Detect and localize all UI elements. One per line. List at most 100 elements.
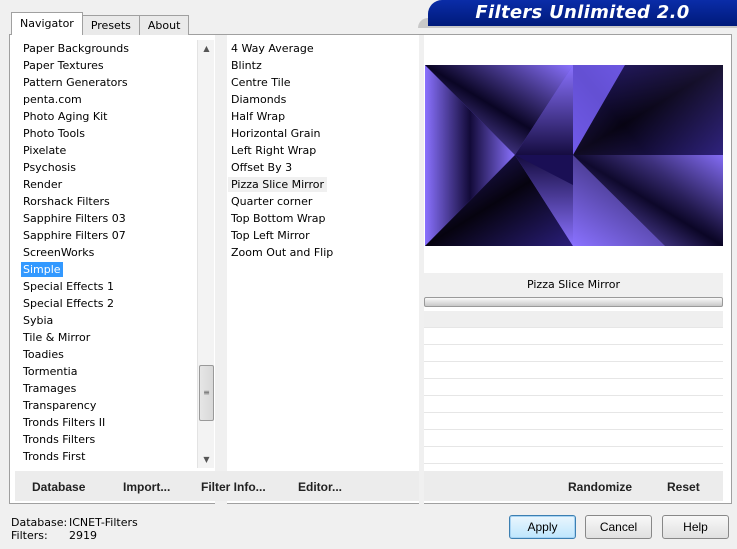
category-item[interactable]: penta.com <box>19 91 205 108</box>
import-button[interactable]: Import... <box>123 480 170 494</box>
filter-item[interactable]: Zoom Out and Flip <box>227 244 417 261</box>
category-item[interactable]: Tormentia <box>19 363 205 380</box>
category-label: Sybia <box>23 314 54 327</box>
category-label: Tronds Fun <box>23 467 82 468</box>
help-button[interactable]: Help <box>662 515 729 539</box>
database-value: ICNET-Filters <box>69 516 138 529</box>
category-label: Sapphire Filters 07 <box>23 229 126 242</box>
scroll-down-arrow-icon[interactable]: ▼ <box>198 451 215 468</box>
category-label: Render <box>23 178 63 191</box>
category-item[interactable]: Simple <box>19 261 205 278</box>
filter-item[interactable]: Offset By 3 <box>227 159 417 176</box>
category-item[interactable]: Tramages <box>19 380 205 397</box>
category-item[interactable]: Sybia <box>19 312 205 329</box>
parameter-button-bar: Randomize Reset <box>424 471 723 501</box>
filter-label: Diamonds <box>231 93 287 106</box>
tab-presets[interactable]: Presets <box>81 15 140 35</box>
category-item[interactable]: Psychosis <box>19 159 205 176</box>
app-title: Filters Unlimited 2.0 <box>428 0 737 26</box>
filter-list[interactable]: 4 Way Average Blintz Centre Tile Diamonds Ha… <box>227 40 417 261</box>
category-label: Simple <box>21 262 63 277</box>
category-label: Photo Aging Kit <box>23 110 108 123</box>
filter-item[interactable]: Top Bottom Wrap <box>227 210 417 227</box>
category-item[interactable]: ScreenWorks <box>19 244 205 261</box>
preview-pattern <box>425 65 723 246</box>
filter-label: Top Bottom Wrap <box>231 212 326 225</box>
category-label: Tormentia <box>23 365 78 378</box>
category-label: Psychosis <box>23 161 76 174</box>
parameter-row <box>424 328 723 345</box>
filter-item[interactable]: Horizontal Grain <box>227 125 417 142</box>
filter-item[interactable]: Diamonds <box>227 91 417 108</box>
category-label: Paper Backgrounds <box>23 42 130 55</box>
category-item[interactable]: Special Effects 1 <box>19 278 205 295</box>
scroll-thumb[interactable]: ≡ <box>199 365 214 421</box>
filter-label: 4 Way Average <box>231 42 314 55</box>
editor-button[interactable]: Editor... <box>298 480 342 494</box>
category-label: ScreenWorks <box>23 246 95 259</box>
category-item[interactable]: Paper Backgrounds <box>19 40 205 57</box>
filter-item[interactable]: Blintz <box>227 57 417 74</box>
filter-item[interactable]: Quarter corner <box>227 193 417 210</box>
parameter-row <box>424 362 723 379</box>
column-gap <box>215 35 227 505</box>
category-label: Transparency <box>23 399 97 412</box>
filter-label: Pizza Slice Mirror <box>228 177 328 192</box>
filter-item[interactable]: Pizza Slice Mirror <box>227 176 417 193</box>
category-label: Rorshack Filters <box>23 195 110 208</box>
filter-item[interactable]: Half Wrap <box>227 108 417 125</box>
filter-label: Top Left Mirror <box>231 229 310 242</box>
filter-label: Offset By 3 <box>231 161 293 174</box>
category-item[interactable]: Tronds Fun <box>19 465 205 468</box>
category-list[interactable]: Paper Backgrounds Paper Textures Pattern G… <box>19 40 205 468</box>
category-label: Pattern Generators <box>23 76 128 89</box>
parameter-row <box>424 413 723 430</box>
parameter-slider-track[interactable] <box>424 297 723 307</box>
parameter-row <box>424 345 723 362</box>
filter-label: Zoom Out and Flip <box>231 246 334 259</box>
filter-item[interactable]: Top Left Mirror <box>227 227 417 244</box>
filter-item[interactable]: 4 Way Average <box>227 40 417 57</box>
category-item[interactable]: Photo Aging Kit <box>19 108 205 125</box>
category-item[interactable]: Photo Tools <box>19 125 205 142</box>
category-item[interactable]: Rorshack Filters <box>19 193 205 210</box>
category-item[interactable]: Pattern Generators <box>19 74 205 91</box>
category-item[interactable]: Pixelate <box>19 142 205 159</box>
category-item[interactable]: Paper Textures <box>19 57 205 74</box>
parameter-row <box>424 379 723 396</box>
filters-count-label: Filters: <box>11 529 48 542</box>
category-item[interactable]: Toadies <box>19 346 205 363</box>
randomize-button[interactable]: Randomize <box>568 480 632 494</box>
category-item[interactable]: Special Effects 2 <box>19 295 205 312</box>
category-label: Photo Tools <box>23 127 85 140</box>
category-item[interactable]: Tile & Mirror <box>19 329 205 346</box>
category-scrollbar[interactable]: ▲ ≡ ▼ <box>197 40 214 468</box>
tab-about[interactable]: About <box>138 15 190 35</box>
database-button[interactable]: Database <box>32 480 85 494</box>
category-label: Tronds Filters II <box>23 416 106 429</box>
category-item[interactable]: Tronds First <box>19 448 205 465</box>
parameter-row <box>424 311 723 328</box>
category-item[interactable]: Sapphire Filters 07 <box>19 227 205 244</box>
tab-navigator[interactable]: Navigator <box>11 12 83 35</box>
category-item[interactable]: Tronds Filters <box>19 431 205 448</box>
category-item[interactable]: Render <box>19 176 205 193</box>
filter-label: Left Right Wrap <box>231 144 317 157</box>
scroll-up-arrow-icon[interactable]: ▲ <box>198 40 215 57</box>
category-label: Tronds Filters <box>23 433 96 446</box>
filter-info-button[interactable]: Filter Info... <box>201 480 266 494</box>
filter-label: Horizontal Grain <box>231 127 321 140</box>
filter-item[interactable]: Centre Tile <box>227 74 417 91</box>
category-label: Sapphire Filters 03 <box>23 212 126 225</box>
reset-button[interactable]: Reset <box>667 480 700 494</box>
filter-item[interactable]: Left Right Wrap <box>227 142 417 159</box>
cancel-button[interactable]: Cancel <box>585 515 652 539</box>
apply-button[interactable]: Apply <box>509 515 576 539</box>
database-info: Database: ICNET-Filters Filters: 2919 <box>11 516 138 542</box>
navigator-panel: Paper Backgrounds Paper Textures Pattern G… <box>9 34 732 505</box>
category-label: Tronds First <box>23 450 86 463</box>
category-item[interactable]: Transparency <box>19 397 205 414</box>
category-item[interactable]: Sapphire Filters 03 <box>19 210 205 227</box>
filter-label: Centre Tile <box>231 76 291 89</box>
category-item[interactable]: Tronds Filters II <box>19 414 205 431</box>
